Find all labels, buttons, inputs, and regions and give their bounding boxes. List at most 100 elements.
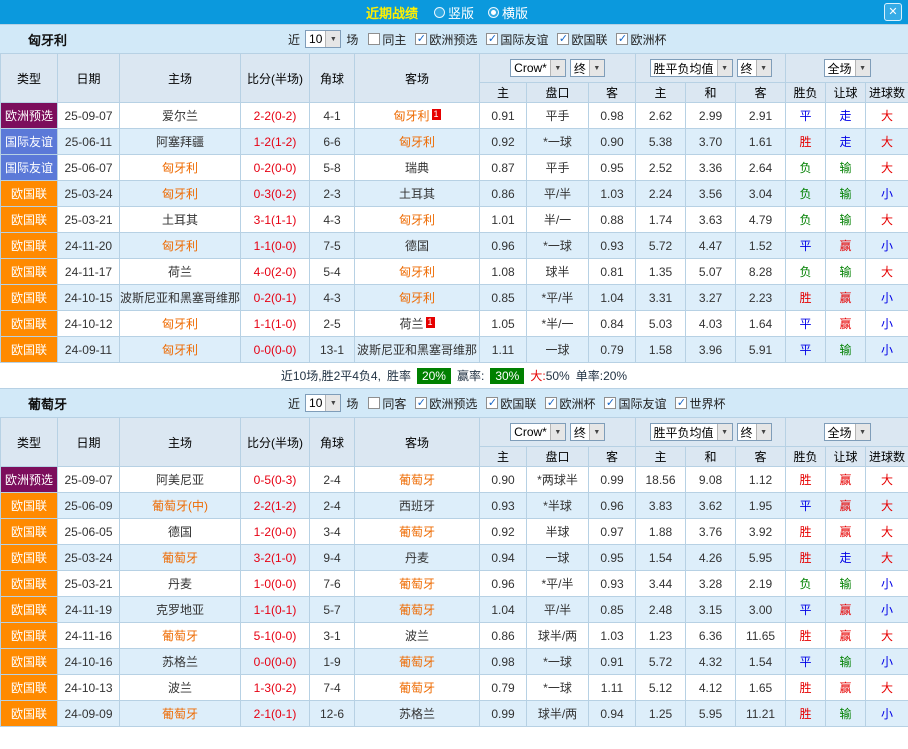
avg-type-select[interactable]: 胜平负均值	[650, 59, 733, 77]
avg-draw: 4.03	[686, 311, 736, 337]
result-outcome: 胜	[786, 675, 826, 701]
layout-horizontal-option[interactable]: 横版	[488, 3, 528, 22]
filter-option-label: 同客	[382, 395, 406, 412]
filter-option[interactable]: 同客	[368, 395, 406, 412]
team-name: 波兰	[168, 681, 192, 695]
checkbox-checked-icon[interactable]	[486, 33, 498, 45]
home-odds: 0.96	[480, 233, 527, 259]
avg-stage-select[interactable]: 终	[737, 59, 772, 77]
team-name: 阿美尼亚	[156, 473, 204, 487]
result-handicap: 输	[826, 571, 866, 597]
portugal-match-rows: 欧洲预选25-09-07阿美尼亚0-5(0-3)2-4葡萄牙0.90*两球半0.…	[1, 467, 908, 727]
subcol-avg-home: 主	[636, 447, 686, 467]
result-goals: 大	[866, 519, 908, 545]
filter-option[interactable]: 欧洲杯	[545, 395, 595, 412]
avg-type-select[interactable]: 胜平负均值	[650, 423, 733, 441]
away-odds: 0.95	[589, 155, 636, 181]
checkbox-checked-icon[interactable]	[486, 397, 498, 409]
checkbox-checked-icon[interactable]	[616, 33, 628, 45]
checkbox-checked-icon[interactable]	[545, 397, 557, 409]
away-team: 苏格兰	[355, 701, 480, 727]
chevron-down-icon	[756, 60, 771, 76]
away-team: 波兰	[355, 623, 480, 649]
home-team: 爱尔兰	[120, 103, 241, 129]
avg-away: 3.04	[736, 181, 786, 207]
home-team: 阿塞拜疆	[120, 129, 241, 155]
avg-away: 1.54	[736, 649, 786, 675]
odds-stage-select[interactable]: 终	[570, 423, 605, 441]
summary-record: 近10场,胜2平4负4,	[281, 367, 381, 384]
team-name: 葡萄牙(中)	[152, 499, 208, 513]
chevron-down-icon	[855, 424, 870, 440]
match-date: 24-09-09	[58, 701, 120, 727]
league-badge: 欧国联	[1, 519, 58, 545]
home-odds: 0.99	[480, 701, 527, 727]
subcol-goals-result: 进球数	[866, 83, 908, 103]
home-team: 苏格兰	[120, 649, 241, 675]
result-handicap: 输	[826, 337, 866, 363]
subcol-away-odds: 客	[589, 83, 636, 103]
radio-vertical-icon[interactable]	[434, 7, 445, 18]
layout-vertical-option[interactable]: 竖版	[434, 3, 474, 22]
result-outcome: 负	[786, 207, 826, 233]
scope-group-header: 全场	[786, 418, 908, 447]
match-row: 欧国联25-06-05德国1-2(0-0)3-4葡萄牙0.92半球0.971.8…	[1, 519, 908, 545]
scope-group-header: 全场	[786, 54, 908, 83]
league-badge: 国际友谊	[1, 129, 58, 155]
checkbox-checked-icon[interactable]	[415, 33, 427, 45]
filter-option[interactable]: 欧洲预选	[415, 395, 477, 412]
filter-option[interactable]: 欧洲预选	[415, 31, 477, 48]
filter-option[interactable]: 欧国联	[486, 395, 536, 412]
match-date: 25-09-07	[58, 467, 120, 493]
result-goals: 小	[866, 181, 908, 207]
chevron-down-icon	[325, 31, 340, 47]
scope-select[interactable]: 全场	[824, 423, 871, 441]
close-icon[interactable]: ✕	[884, 3, 902, 21]
odds-company-select[interactable]: Crow*	[510, 423, 566, 441]
result-outcome: 胜	[786, 519, 826, 545]
subcol-avg-away: 客	[736, 83, 786, 103]
checkbox-checked-icon[interactable]	[675, 397, 687, 409]
scope-select[interactable]: 全场	[824, 59, 871, 77]
handicap: 球半/两	[527, 701, 589, 727]
avg-home: 3.44	[636, 571, 686, 597]
chevron-down-icon	[756, 424, 771, 440]
checkbox-unchecked-icon[interactable]	[368, 397, 380, 409]
filter-option[interactable]: 国际友谊	[486, 31, 548, 48]
match-date: 25-03-24	[58, 181, 120, 207]
corners: 7-4	[310, 675, 355, 701]
result-handicap: 输	[826, 649, 866, 675]
radio-horizontal-icon[interactable]	[488, 7, 499, 18]
filter-option[interactable]: 世界杯	[675, 395, 725, 412]
league-badge: 欧国联	[1, 675, 58, 701]
away-odds: 0.84	[589, 311, 636, 337]
home-team: 克罗地亚	[120, 597, 241, 623]
odds-stage-value: 终	[571, 424, 589, 440]
avg-stage-select[interactable]: 终	[737, 423, 772, 441]
result-handicap: 走	[826, 103, 866, 129]
checkbox-checked-icon[interactable]	[557, 33, 569, 45]
recent-count-select[interactable]: 10	[305, 30, 341, 48]
odds-company-select[interactable]: Crow*	[510, 59, 566, 77]
team-name: 波兰	[405, 629, 429, 643]
avg-away: 5.95	[736, 545, 786, 571]
filter-option[interactable]: 欧洲杯	[616, 31, 666, 48]
odds-stage-select[interactable]: 终	[570, 59, 605, 77]
filter-option[interactable]: 同主	[368, 31, 406, 48]
team-name: 葡萄牙	[162, 707, 198, 721]
col-score: 比分(半场)	[241, 418, 310, 467]
team-name: 匈牙利	[399, 265, 435, 279]
avg-draw: 3.62	[686, 493, 736, 519]
col-away: 客场	[355, 418, 480, 467]
checkbox-unchecked-icon[interactable]	[368, 33, 380, 45]
checkbox-checked-icon[interactable]	[604, 397, 616, 409]
match-row: 欧国联24-11-20匈牙利1-1(0-0)7-5德国0.96*一球0.935.…	[1, 233, 908, 259]
team-title-portugal: 葡萄牙	[28, 394, 67, 413]
filter-option[interactable]: 欧国联	[557, 31, 607, 48]
filter-option[interactable]: 国际友谊	[604, 395, 666, 412]
score: 0-5(0-3)	[241, 467, 310, 493]
home-odds: 0.92	[480, 519, 527, 545]
checkbox-checked-icon[interactable]	[415, 397, 427, 409]
recent-count-select[interactable]: 10	[305, 394, 341, 412]
away-odds: 0.94	[589, 701, 636, 727]
